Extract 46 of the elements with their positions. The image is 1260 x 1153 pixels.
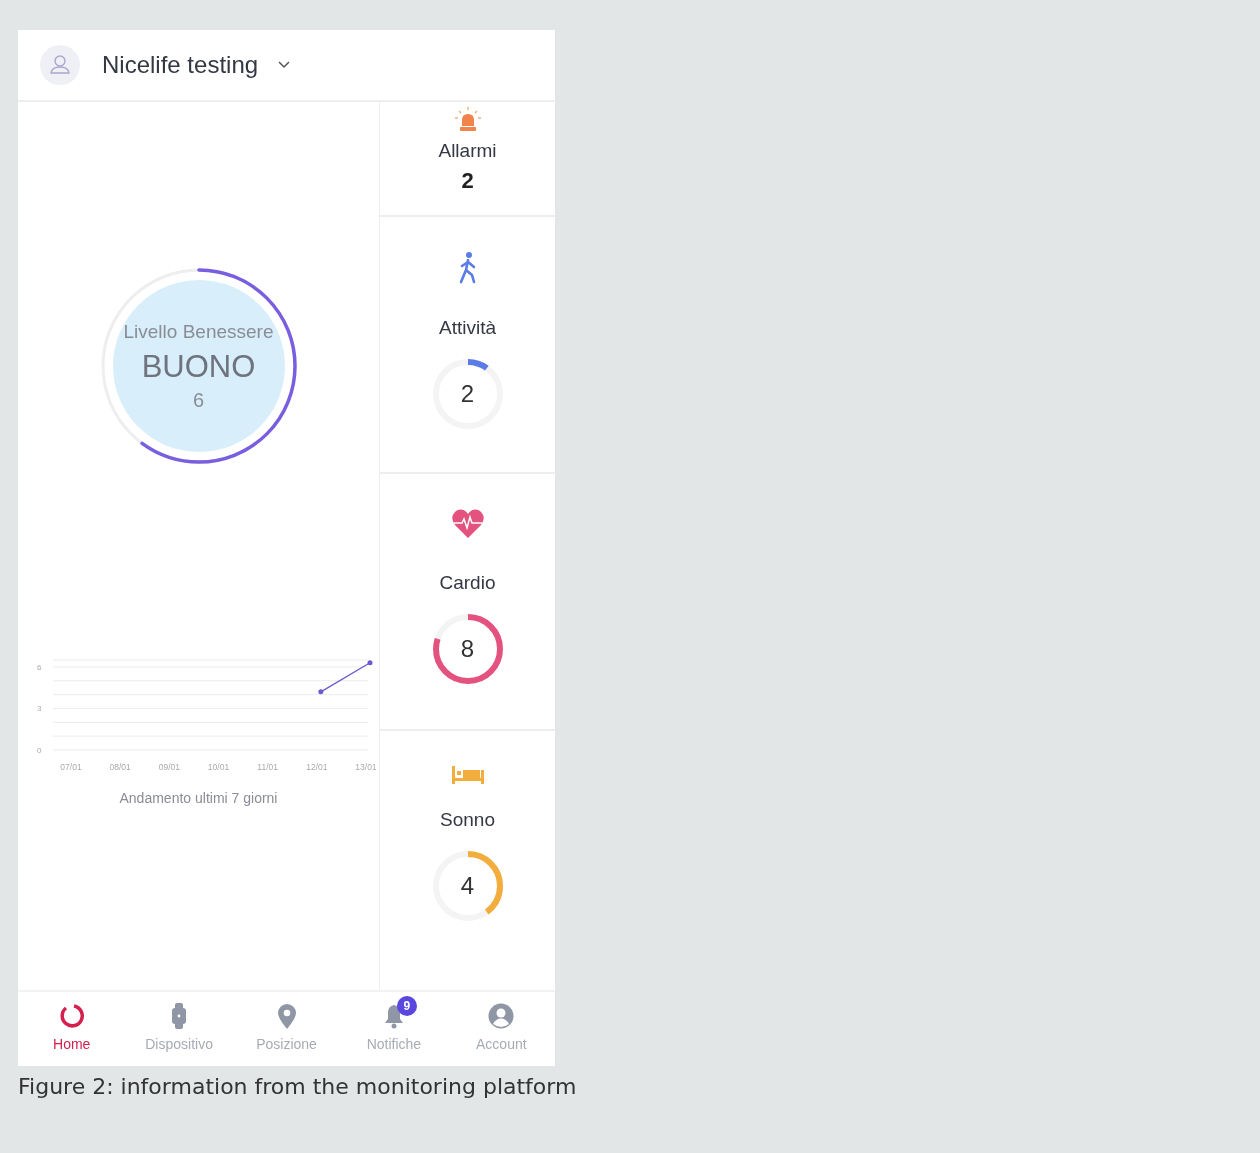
chevron-down-icon[interactable]: [278, 61, 291, 69]
location-pin-icon: [276, 1003, 297, 1029]
metric-label: Cardio: [439, 572, 496, 594]
x-tick-label: 13/01: [355, 762, 376, 772]
metric-card[interactable]: Cardio 8: [380, 474, 555, 731]
metric-gauge: [432, 851, 503, 921]
x-tick-label: 08/01: [109, 762, 131, 772]
x-tick-label: 10/01: [207, 762, 230, 772]
nav-tab[interactable]: Home: [18, 992, 126, 1066]
metric-gauge: [432, 359, 503, 429]
data-point: [367, 660, 373, 666]
avatar-icon: [40, 45, 80, 85]
nav-tab[interactable]: 9 Notifiche: [340, 992, 448, 1066]
ring-icon: [58, 1003, 85, 1029]
account-name[interactable]: Nicelife testing: [102, 51, 259, 79]
data-point: [318, 689, 324, 695]
figure-caption: Figure 2: information from the monitoring platform: [18, 1074, 578, 1099]
wellness-rating: BUONO: [141, 348, 256, 385]
y-tick-label: 0: [37, 746, 42, 755]
wellness-score: 6: [192, 388, 205, 412]
wellness-label: Livello Benessere: [123, 320, 274, 343]
metric-gauge: [432, 614, 503, 684]
alarms-card[interactable]: Allarmi 2: [380, 102, 555, 217]
metric-card[interactable]: Attività 2: [380, 217, 555, 474]
account-icon: [488, 1003, 515, 1029]
chart-line: [320, 662, 371, 693]
x-tick-label: 12/01: [306, 762, 328, 772]
x-tick-label: 09/01: [158, 762, 180, 772]
metric-card[interactable]: Sonno 4: [380, 731, 555, 988]
y-tick-label: 6: [37, 662, 42, 672]
metric-value: 2: [460, 380, 475, 408]
metric-value: 8: [460, 635, 475, 663]
alarms-label: Allarmi: [438, 140, 497, 162]
x-tick-label: 07/01: [60, 762, 82, 772]
metric-label: Sonno: [440, 809, 495, 831]
heart-pulse-icon: [450, 508, 485, 540]
metric-label: Attività: [439, 317, 496, 339]
bell-icon: [382, 1003, 405, 1029]
chart-title: Andamento ultimi 7 giorni: [119, 790, 278, 806]
bed-icon: [450, 765, 485, 785]
x-tick-label: 11/01: [257, 762, 278, 772]
metric-value: 4: [460, 872, 475, 900]
y-tick-label: 3: [37, 704, 42, 714]
watch-icon: [171, 1003, 188, 1029]
notification-badge: 9: [396, 996, 417, 1016]
alarms-count: 2: [461, 168, 474, 194]
